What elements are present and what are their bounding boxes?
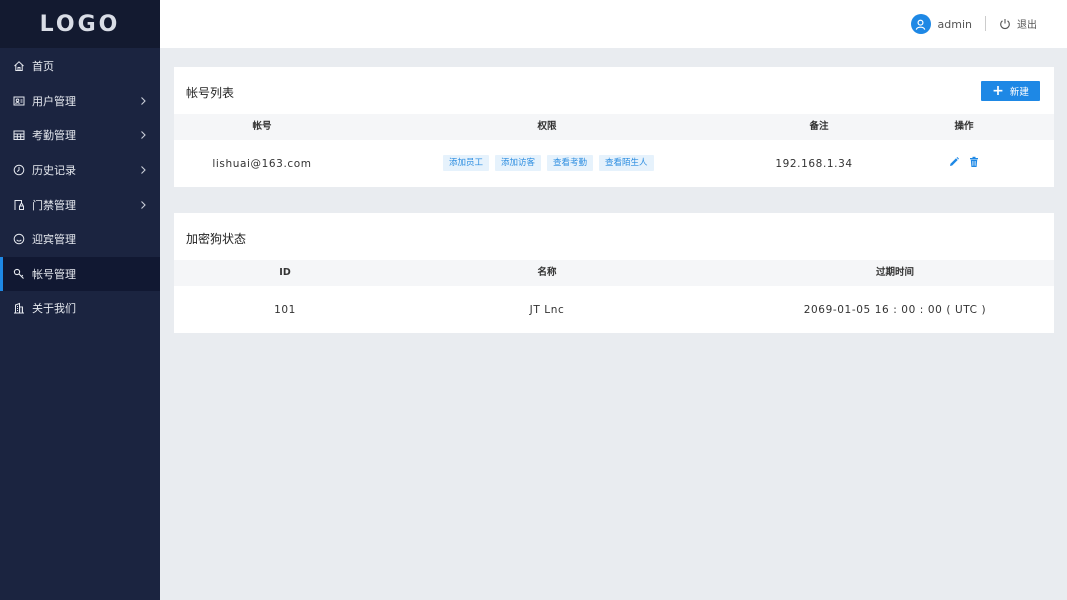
column-header-remark: 备注 xyxy=(809,121,829,132)
sidebar-item-accounts[interactable]: 帐号管理 xyxy=(0,256,160,292)
account-list-title: 帐号列表 xyxy=(186,86,235,100)
sidebar-item-reception[interactable]: 迎宾管理 xyxy=(0,222,160,257)
top-header: admin 退出 xyxy=(160,0,1067,48)
permission-tag: 添加员工 xyxy=(443,155,490,171)
door-lock-icon xyxy=(12,198,25,211)
permission-tag: 添加访客 xyxy=(495,155,542,171)
account-cell: lishuai@163.com xyxy=(212,158,312,170)
column-header-expire: 过期时间 xyxy=(875,267,915,278)
sidebar-item-label: 首页 xyxy=(32,60,54,74)
sidebar-nav: 首页 用户管理 考勤管理 历史记录 门禁管理 迎宾管理 帐号管理 关于我们 xyxy=(0,49,160,326)
sidebar-item-label: 历史记录 xyxy=(32,164,76,178)
dongle-id-cell: 101 xyxy=(274,304,296,316)
dongle-name-cell: JT Lnc xyxy=(529,304,565,316)
chevron-right-icon xyxy=(141,131,146,140)
clock-icon xyxy=(12,164,25,177)
new-button-label: 新建 xyxy=(1009,87,1029,98)
logo-text: LOGO xyxy=(39,11,121,37)
dongle-status-title: 加密狗状态 xyxy=(186,232,247,246)
sidebar-item-label: 门禁管理 xyxy=(32,198,76,212)
column-header-name: 名称 xyxy=(537,267,557,278)
user-card-icon xyxy=(12,94,25,107)
sidebar-item-about[interactable]: 关于我们 xyxy=(0,291,160,326)
calendar-grid-icon xyxy=(12,129,25,142)
sidebar-item-attendance[interactable]: 考勤管理 xyxy=(0,118,160,153)
dongle-table-header: ID 名称 过期时间 xyxy=(174,260,1054,286)
logout-button[interactable]: 退出 xyxy=(999,16,1037,31)
sidebar-item-user-management[interactable]: 用户管理 xyxy=(0,84,160,119)
user-icon xyxy=(915,19,926,30)
sidebar-item-label: 迎宾管理 xyxy=(32,233,76,247)
sidebar-item-label: 帐号管理 xyxy=(32,267,76,281)
key-icon xyxy=(12,267,25,280)
sidebar-item-history[interactable]: 历史记录 xyxy=(0,153,160,188)
permission-tag: 查看陌生人 xyxy=(599,155,654,171)
user-menu[interactable]: admin xyxy=(910,14,972,34)
chevron-right-icon xyxy=(141,166,146,174)
sidebar-item-label: 关于我们 xyxy=(32,302,76,316)
sidebar: LOGO 首页 用户管理 考勤管理 历史记录 门禁管理 迎宾管理 帐号管理 关于… xyxy=(0,0,160,600)
chevron-right-icon xyxy=(141,97,146,105)
username: admin xyxy=(937,17,972,31)
avatar[interactable] xyxy=(910,14,931,34)
header-divider xyxy=(985,16,986,31)
column-header-account: 帐号 xyxy=(252,121,272,132)
dongle-expire-cell: 2069-01-05 16 : 00 : 00 ( UTC ) xyxy=(803,304,987,316)
remark-cell: 192.168.1.34 xyxy=(775,158,853,170)
column-header-actions: 操作 xyxy=(954,121,974,132)
home-icon xyxy=(12,60,25,73)
sidebar-item-label: 考勤管理 xyxy=(32,129,76,143)
logout-label: 退出 xyxy=(1017,20,1037,31)
account-table-header: 帐号 权限 备注 操作 xyxy=(174,114,1054,140)
sidebar-item-label: 用户管理 xyxy=(32,94,76,108)
column-header-id: ID xyxy=(279,267,291,278)
power-icon xyxy=(1000,18,1010,29)
new-account-button[interactable]: + 新建 xyxy=(981,81,1040,101)
smile-icon xyxy=(12,233,25,246)
logo: LOGO xyxy=(0,0,160,48)
delete-icon[interactable] xyxy=(968,156,980,168)
building-icon xyxy=(12,302,25,315)
permission-tag: 查看考勤 xyxy=(547,155,594,171)
plus-icon: + xyxy=(992,83,1004,99)
sidebar-item-access-control[interactable]: 门禁管理 xyxy=(0,187,160,222)
edit-icon[interactable] xyxy=(948,156,960,168)
sidebar-item-home[interactable]: 首页 xyxy=(0,49,160,84)
chevron-right-icon xyxy=(141,200,146,209)
column-header-permissions: 权限 xyxy=(537,121,557,132)
